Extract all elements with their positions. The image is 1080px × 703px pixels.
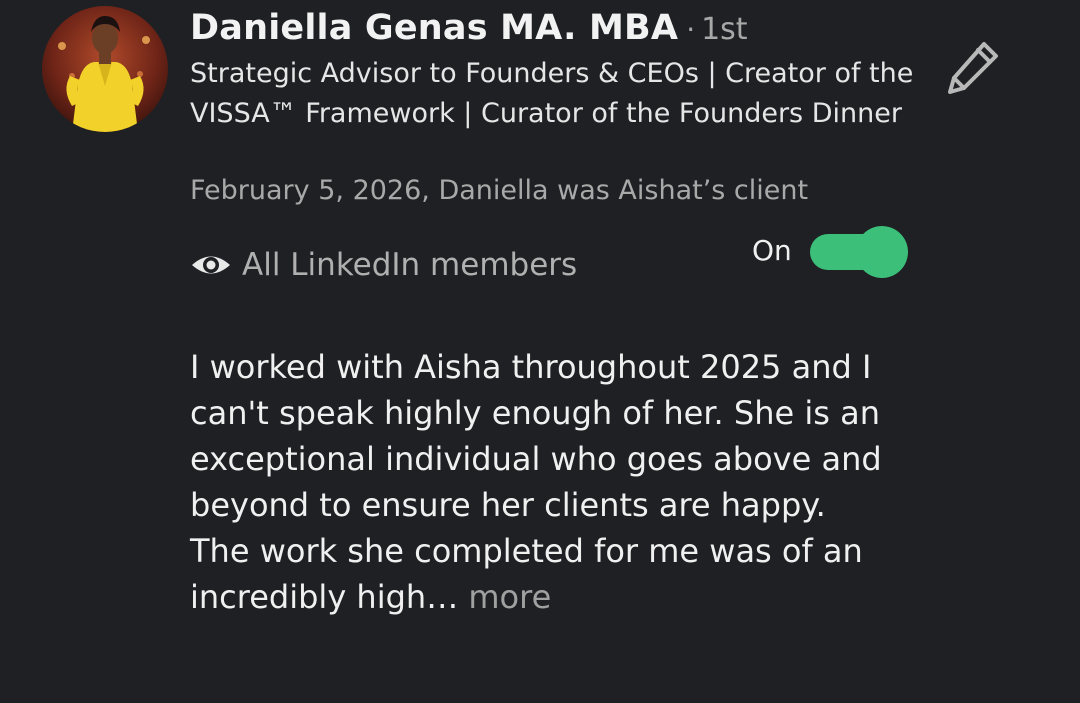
recommendation-body: I worked with Aisha throughout 2025 and … — [190, 348, 882, 616]
toggle-knob — [856, 226, 908, 278]
recommender-headline: Strategic Advisor to Founders & CEOs | C… — [190, 58, 914, 129]
connection-degree: 1st — [701, 12, 748, 47]
recommendation-text: I worked with Aisha throughout 2025 and … — [190, 344, 890, 620]
recommender-name-row: Daniella Genas MA. MBA · 1st — [190, 8, 748, 48]
more-link[interactable]: more — [468, 578, 551, 616]
visibility-label: All LinkedIn members — [242, 247, 578, 283]
eye-icon — [190, 244, 232, 286]
visibility-toggle[interactable] — [810, 226, 908, 278]
toggle-label: On — [752, 234, 792, 267]
avatar[interactable] — [42, 6, 168, 132]
pencil-icon[interactable] — [944, 38, 1004, 98]
recommendation-card: Daniella Genas MA. MBA · 1st Strategic A… — [0, 0, 1080, 703]
recommender-name[interactable]: Daniella Genas MA. MBA — [190, 8, 678, 48]
visibility-row: All LinkedIn members — [190, 244, 577, 286]
separator-dot: · — [686, 13, 696, 46]
relationship-line: February 5, 2026, Daniella was Aishat’s … — [190, 175, 809, 206]
